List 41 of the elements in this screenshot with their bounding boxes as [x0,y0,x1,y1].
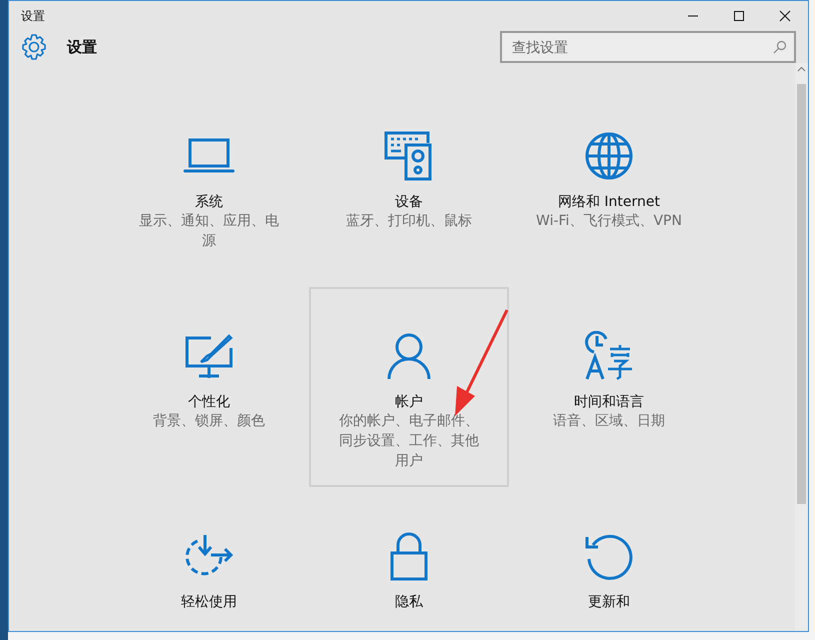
monitor-brush-icon [185,334,233,378]
keyboard-speaker-icon [384,131,434,181]
clock-language-icon [584,331,634,381]
category-title: 系统 [195,193,223,211]
settings-category-tile[interactable]: 轻松使用 [109,487,309,631]
settings-icon [21,34,47,60]
category-title: 时间和语言 [574,393,644,411]
scroll-up-icon[interactable] [797,66,806,72]
settings-category-tile[interactable]: 更新和 [509,487,709,631]
settings-category-tile[interactable]: 隐私 [309,487,509,631]
category-title: 更新和 [588,593,630,611]
search-icon [773,40,787,54]
category-title: 网络和 Internet [558,193,660,211]
maximize-icon [733,10,745,22]
category-title: 隐私 [395,593,423,611]
scrollbar-thumb[interactable] [797,84,806,504]
category-description: 你的帐户、电子邮件、同步设置、工作、其他用户 [338,412,480,471]
settings-category-tile[interactable]: 帐户 你的帐户、电子邮件、同步设置、工作、其他用户 [309,287,509,487]
category-title: 个性化 [188,393,230,411]
category-description: 语音、区域、日期 [552,412,666,431]
close-icon [779,10,791,22]
category-description: Wi-Fi、飞行模式、VPN [535,212,683,231]
scrollbar[interactable] [795,63,808,631]
category-description: 背景、锁屏、颜色 [152,412,266,431]
settings-category-tile[interactable]: 网络和 Internet Wi-Fi、飞行模式、VPN [509,87,709,287]
laptop-icon [183,138,235,174]
settings-category-tile[interactable]: 设备 蓝牙、打印机、鼠标 [309,87,509,287]
padlock-icon [389,531,429,581]
category-description: 显示、通知、应用、电源 [138,212,280,251]
page-title: 设置 [67,38,98,56]
search-field[interactable]: 查找设置 [500,31,796,63]
globe-icon [584,131,634,181]
settings-category-tile[interactable]: 时间和语言 语音、区域、日期 [509,287,709,487]
category-description: 蓝牙、打印机、鼠标 [345,212,473,231]
category-title: 帐户 [395,393,423,411]
category-title: 设备 [395,193,423,211]
settings-category-tile[interactable]: 系统 显示、通知、应用、电源 [109,87,309,287]
person-icon [386,332,432,380]
settings-category-tile[interactable]: 个性化 背景、锁屏、颜色 [109,287,309,487]
category-title: 轻松使用 [181,593,237,611]
window-title: 设置 [21,8,46,24]
